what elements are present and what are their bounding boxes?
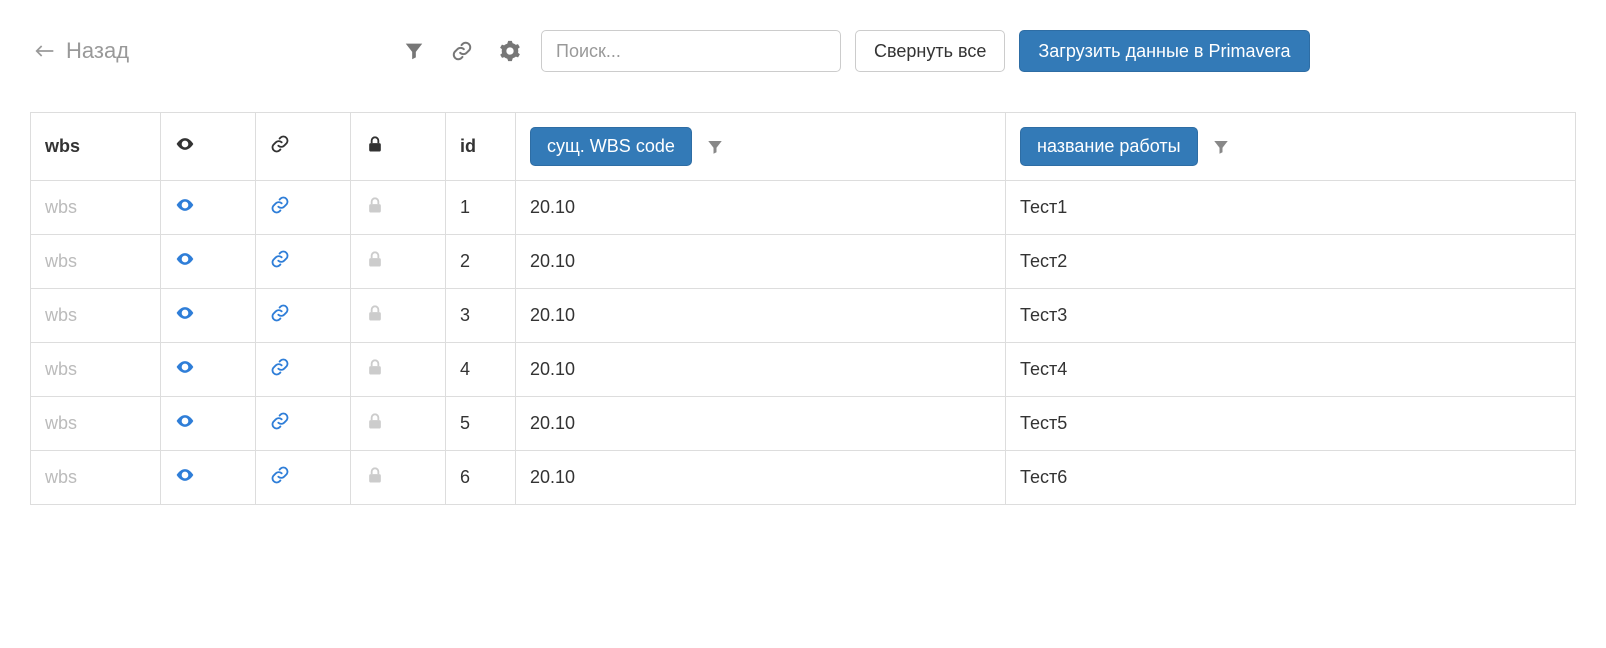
cell-visibility[interactable] — [161, 181, 256, 235]
cell-work-name: Тест1 — [1006, 181, 1576, 235]
cell-visibility[interactable] — [161, 343, 256, 397]
cell-id: 2 — [446, 235, 516, 289]
link-icon — [451, 40, 473, 62]
cell-link[interactable] — [256, 451, 351, 505]
cell-lock[interactable] — [351, 451, 446, 505]
header-work-name: название работы — [1006, 113, 1576, 181]
cell-wbs: wbs — [31, 343, 161, 397]
work-name-header-button[interactable]: название работы — [1020, 127, 1198, 166]
filter-icon — [1212, 138, 1230, 156]
cell-visibility[interactable] — [161, 235, 256, 289]
work-name-filter[interactable] — [1212, 138, 1230, 156]
cell-lock[interactable] — [351, 235, 446, 289]
collapse-all-button[interactable]: Свернуть все — [855, 30, 1005, 72]
link-icon — [270, 303, 290, 323]
cell-id: 4 — [446, 343, 516, 397]
table-row[interactable]: wbs 520.10Тест5 — [31, 397, 1576, 451]
arrow-left-icon — [30, 41, 60, 61]
back-label: Назад — [66, 38, 129, 64]
back-link[interactable]: Назад — [30, 38, 129, 64]
cell-link[interactable] — [256, 289, 351, 343]
eye-icon — [175, 357, 195, 377]
cell-id: 6 — [446, 451, 516, 505]
cell-work-name: Тест4 — [1006, 343, 1576, 397]
toolbar: Назад Свернуть все Загрузить данные в Pr… — [30, 30, 1576, 72]
table-row[interactable]: wbs 420.10Тест4 — [31, 343, 1576, 397]
eye-icon — [175, 303, 195, 323]
filter-button[interactable] — [397, 34, 431, 68]
table-row[interactable]: wbs 620.10Тест6 — [31, 451, 1576, 505]
header-wbs-code: сущ. WBS code — [516, 113, 1006, 181]
cell-wbs-code: 20.10 — [516, 181, 1006, 235]
cell-lock[interactable] — [351, 343, 446, 397]
search-input[interactable] — [541, 30, 841, 72]
link-icon — [270, 465, 290, 485]
cell-wbs: wbs — [31, 181, 161, 235]
cell-link[interactable] — [256, 397, 351, 451]
link-icon — [270, 249, 290, 269]
eye-icon — [175, 249, 195, 269]
cell-wbs-code: 20.10 — [516, 451, 1006, 505]
cell-id: 1 — [446, 181, 516, 235]
cell-visibility[interactable] — [161, 289, 256, 343]
cell-id: 5 — [446, 397, 516, 451]
eye-icon — [175, 411, 195, 431]
lock-icon — [365, 249, 385, 269]
cell-work-name: Тест3 — [1006, 289, 1576, 343]
cell-link[interactable] — [256, 181, 351, 235]
cell-wbs-code: 20.10 — [516, 235, 1006, 289]
lock-icon — [365, 357, 385, 377]
header-visibility[interactable] — [161, 113, 256, 181]
link-icon — [270, 357, 290, 377]
table-row[interactable]: wbs 220.10Тест2 — [31, 235, 1576, 289]
cell-lock[interactable] — [351, 397, 446, 451]
link-icon — [270, 411, 290, 431]
cell-wbs: wbs — [31, 235, 161, 289]
cell-work-name: Тест5 — [1006, 397, 1576, 451]
cell-wbs: wbs — [31, 451, 161, 505]
gear-icon — [499, 40, 521, 62]
table-row[interactable]: wbs 120.10Тест1 — [31, 181, 1576, 235]
filter-icon — [403, 40, 425, 62]
lock-icon — [365, 303, 385, 323]
wbs-code-header-button[interactable]: сущ. WBS code — [530, 127, 692, 166]
lock-icon — [365, 411, 385, 431]
filter-icon — [706, 138, 724, 156]
cell-link[interactable] — [256, 235, 351, 289]
lock-icon — [365, 465, 385, 485]
data-table: wbs id сущ. WBS code н — [30, 112, 1576, 505]
header-lock[interactable] — [351, 113, 446, 181]
link-button[interactable] — [445, 34, 479, 68]
lock-icon — [365, 134, 385, 154]
cell-wbs: wbs — [31, 289, 161, 343]
cell-wbs: wbs — [31, 397, 161, 451]
cell-lock[interactable] — [351, 289, 446, 343]
cell-work-name: Тест6 — [1006, 451, 1576, 505]
lock-icon — [365, 195, 385, 215]
load-primavera-button[interactable]: Загрузить данные в Primavera — [1019, 30, 1309, 72]
settings-button[interactable] — [493, 34, 527, 68]
table-row[interactable]: wbs 320.10Тест3 — [31, 289, 1576, 343]
eye-icon — [175, 134, 195, 154]
eye-icon — [175, 195, 195, 215]
eye-icon — [175, 465, 195, 485]
cell-wbs-code: 20.10 — [516, 397, 1006, 451]
link-icon — [270, 134, 290, 154]
wbs-code-filter[interactable] — [706, 138, 724, 156]
header-id: id — [446, 113, 516, 181]
cell-visibility[interactable] — [161, 397, 256, 451]
cell-visibility[interactable] — [161, 451, 256, 505]
cell-link[interactable] — [256, 343, 351, 397]
cell-id: 3 — [446, 289, 516, 343]
cell-lock[interactable] — [351, 181, 446, 235]
cell-wbs-code: 20.10 — [516, 343, 1006, 397]
cell-work-name: Тест2 — [1006, 235, 1576, 289]
table-header-row: wbs id сущ. WBS code н — [31, 113, 1576, 181]
header-wbs: wbs — [31, 113, 161, 181]
cell-wbs-code: 20.10 — [516, 289, 1006, 343]
header-link[interactable] — [256, 113, 351, 181]
link-icon — [270, 195, 290, 215]
